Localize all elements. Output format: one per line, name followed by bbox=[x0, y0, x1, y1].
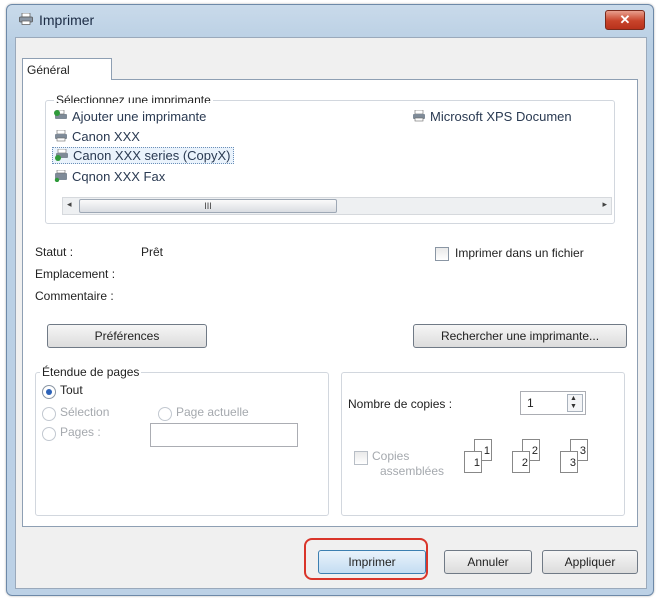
tab-general[interactable]: Général bbox=[22, 58, 112, 80]
printer-icon bbox=[413, 110, 425, 122]
printer-item-xps[interactable]: Microsoft XPS Documen bbox=[412, 109, 572, 124]
printer-item-add[interactable]: Ajouter une imprimante bbox=[54, 109, 206, 124]
location-label: Emplacement : bbox=[35, 267, 116, 281]
apply-button[interactable]: Appliquer bbox=[542, 550, 638, 574]
close-button[interactable]: ✕ bbox=[605, 10, 645, 30]
print-dialog: Imprimer ✕ Général Sélectionnez une impr… bbox=[6, 4, 654, 596]
general-tab-panel: Sélectionnez une imprimante Ajouter une … bbox=[22, 79, 638, 527]
selection-label[interactable]: Sélection bbox=[60, 405, 109, 419]
dialog-body: Général Sélectionnez une imprimante Ajou… bbox=[15, 37, 647, 589]
printer-list[interactable]: Ajouter une imprimante Microsoft XPS Doc… bbox=[50, 103, 612, 201]
scroll-left-icon[interactable]: ◂ bbox=[67, 199, 72, 210]
status-label: Statut : bbox=[35, 245, 74, 259]
printer-item-label: Ajouter une imprimante bbox=[72, 109, 207, 124]
print-to-file-label[interactable]: Imprimer dans un fichier bbox=[455, 246, 584, 260]
printer-list-horizontal-scrollbar[interactable]: ◂ III ▸ bbox=[62, 197, 612, 215]
printer-item-label: Canon XXX series (CopyX) bbox=[73, 148, 231, 163]
close-icon: ✕ bbox=[619, 12, 631, 27]
status-value: Prêt bbox=[141, 245, 164, 259]
find-printer-button[interactable]: Rechercher une imprimante... bbox=[413, 324, 627, 348]
collate-page-1a: 1 bbox=[464, 451, 482, 473]
collate-label-line1[interactable]: Copies bbox=[372, 449, 409, 463]
printer-item-fax[interactable]: Cqnon XXX Fax bbox=[54, 169, 165, 184]
scroll-right-icon[interactable]: ▸ bbox=[602, 199, 607, 210]
printer-item-label: Cqnon XXX Fax bbox=[72, 169, 166, 184]
collate-page-2a: 2 bbox=[512, 451, 530, 473]
radio-all-pages[interactable] bbox=[42, 385, 56, 399]
pages-input[interactable] bbox=[150, 423, 298, 447]
print-button-highlight bbox=[304, 538, 428, 580]
copies-spinner[interactable]: ▲ ▼ bbox=[567, 394, 583, 412]
spin-up-icon[interactable]: ▲ bbox=[570, 395, 577, 402]
fax-icon bbox=[54, 170, 67, 182]
printer-item-label: Canon XXX bbox=[72, 129, 140, 144]
printer-icon bbox=[19, 13, 33, 25]
copies-count-label: Nombre de copies : bbox=[348, 397, 453, 411]
copies-group: Nombre de copies : 1 ▲ ▼ Copies assemblé… bbox=[341, 372, 625, 516]
collate-label-line2[interactable]: assemblées bbox=[380, 464, 444, 478]
page-range-group: Étendue de pages Tout Sélection Page act… bbox=[35, 365, 329, 516]
radio-current-page[interactable] bbox=[158, 407, 172, 421]
all-pages-label[interactable]: Tout bbox=[60, 383, 83, 397]
print-to-file-checkbox[interactable] bbox=[435, 247, 449, 261]
printer-item-label: Microsoft XPS Documen bbox=[430, 109, 572, 124]
collate-pages-icon: 1 1 2 2 3 3 bbox=[464, 435, 614, 479]
comment-label: Commentaire : bbox=[35, 289, 114, 303]
copies-input[interactable]: 1 ▲ ▼ bbox=[520, 391, 586, 415]
copies-value: 1 bbox=[527, 396, 534, 410]
radio-pages[interactable] bbox=[42, 427, 56, 441]
spin-down-icon[interactable]: ▼ bbox=[570, 403, 577, 410]
current-page-label[interactable]: Page actuelle bbox=[176, 405, 249, 419]
printer-item-canon[interactable]: Canon XXX bbox=[54, 129, 140, 144]
preferences-button[interactable]: Préférences bbox=[47, 324, 207, 348]
printer-icon bbox=[55, 130, 67, 142]
radio-selection[interactable] bbox=[42, 407, 56, 421]
scroll-thumb[interactable]: III bbox=[79, 199, 337, 213]
add-printer-icon bbox=[54, 110, 67, 119]
collate-checkbox[interactable] bbox=[354, 451, 368, 465]
cancel-button[interactable]: Annuler bbox=[444, 550, 532, 574]
window-title: Imprimer bbox=[39, 12, 95, 28]
default-printer-icon bbox=[55, 149, 68, 161]
title-bar[interactable]: Imprimer ✕ bbox=[7, 5, 653, 35]
page-range-label: Étendue de pages bbox=[40, 365, 142, 379]
pages-label[interactable]: Pages : bbox=[60, 425, 101, 439]
printer-item-canon-series-selected[interactable]: Canon XXX series (CopyX) bbox=[52, 147, 234, 164]
printer-selection-group: Sélectionnez une imprimante Ajouter une … bbox=[45, 93, 615, 224]
collate-page-3a: 3 bbox=[560, 451, 578, 473]
